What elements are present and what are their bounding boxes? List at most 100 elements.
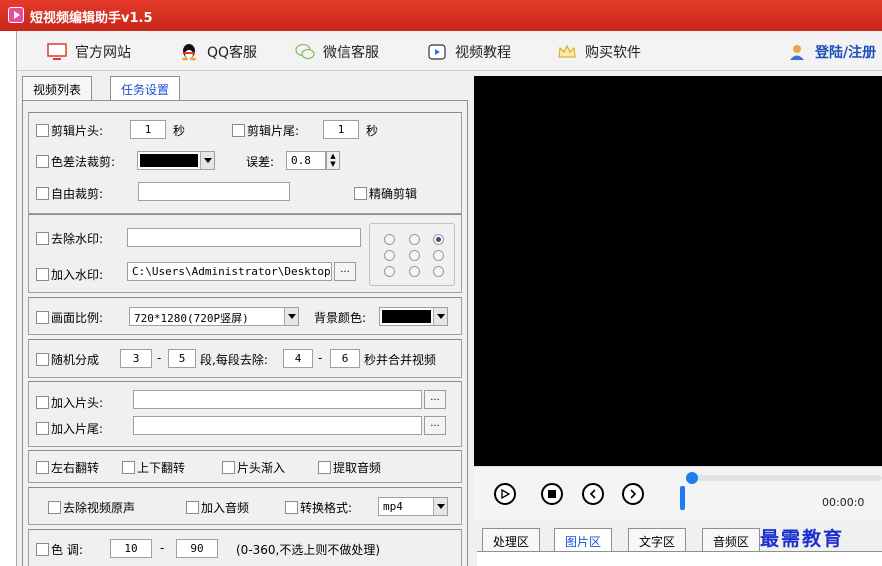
fade-in-label: 片头渐入: [237, 461, 286, 475]
stop-button[interactable]: [541, 483, 563, 505]
trim-head-input[interactable]: 1: [130, 120, 166, 139]
add-outro-label: 加入片尾:: [51, 422, 104, 436]
ratio-checkbox[interactable]: 画面比例:: [36, 309, 103, 326]
tab-text[interactable]: 文字区: [628, 528, 687, 552]
video-tutorial-label: 视频教程: [455, 45, 511, 61]
tab-task-settings[interactable]: 任务设置: [110, 76, 181, 101]
play-button[interactable]: [494, 483, 516, 505]
fade-in-checkbox[interactable]: 片头渐入: [222, 459, 285, 476]
add-intro-label: 加入片头:: [51, 396, 104, 410]
flip-horizontal-checkbox[interactable]: 左右翻转: [36, 459, 99, 476]
merge-label: 秒并合并视频: [364, 353, 437, 367]
position-radio-middle-right[interactable]: [433, 250, 444, 261]
wechat-icon: [295, 43, 315, 61]
seek-bar[interactable]: [686, 475, 882, 481]
tab-processing[interactable]: 处理区: [482, 528, 541, 552]
remove-max-input[interactable]: 6: [330, 349, 360, 368]
color-crop-checkbox[interactable]: 色差法裁剪:: [36, 153, 115, 170]
watermark-browse-button[interactable]: ...: [334, 262, 356, 281]
video-preview[interactable]: [474, 76, 882, 466]
app-icon: [8, 7, 24, 23]
trim-tail-label: 剪辑片尾:: [247, 124, 300, 138]
position-radio-top-center[interactable]: [409, 234, 420, 245]
add-watermark-checkbox[interactable]: 加入水印:: [36, 266, 103, 283]
extract-audio-checkbox[interactable]: 提取音频: [318, 459, 381, 476]
outro-path-input[interactable]: [133, 416, 422, 435]
extract-audio-label: 提取音频: [333, 461, 382, 475]
ratio-dropdown[interactable]: 720*1280(720P竖屏): [129, 307, 299, 326]
intro-browse-button[interactable]: ...: [424, 390, 446, 409]
user-icon: [787, 43, 807, 61]
tab-video-list[interactable]: 视频列表: [22, 76, 93, 100]
video-tutorial-button[interactable]: 视频教程: [427, 42, 511, 62]
login-label: 登陆/注册: [815, 45, 877, 61]
trim-head-checkbox[interactable]: 剪辑片头:: [36, 122, 103, 139]
remove-audio-checkbox[interactable]: 去除视频原声: [48, 499, 135, 516]
ratio-value: 720*1280(720P竖屏): [134, 312, 249, 325]
dash-label-3: -: [160, 541, 165, 555]
flip-vertical-label: 上下翻转: [137, 461, 186, 475]
bg-color-dropdown[interactable]: [379, 307, 448, 326]
remove-watermark-checkbox[interactable]: 去除水印:: [36, 230, 103, 247]
add-outro-checkbox[interactable]: 加入片尾:: [36, 420, 103, 437]
free-crop-checkbox[interactable]: 自由裁剪:: [36, 185, 103, 202]
flip-vertical-checkbox[interactable]: 上下翻转: [122, 459, 185, 476]
hue-max-input[interactable]: 90: [176, 539, 218, 558]
trim-tail-checkbox[interactable]: 剪辑片尾:: [232, 122, 299, 139]
split-min-input[interactable]: 3: [120, 349, 152, 368]
remove-watermark-input[interactable]: [127, 228, 361, 247]
trim-tail-input[interactable]: 1: [323, 120, 359, 139]
official-site-button[interactable]: 官方网站: [47, 42, 131, 62]
flip-horizontal-label: 左右翻转: [51, 461, 100, 475]
seek-thumb[interactable]: [686, 472, 698, 484]
hue-hint: (0-360,不选上则不做处理): [236, 543, 381, 557]
position-radio-bottom-right[interactable]: [433, 266, 444, 277]
split-max-input[interactable]: 5: [168, 349, 196, 368]
watermark-path-input[interactable]: C:\Users\Administrator\Desktop\: [127, 262, 332, 281]
hue-checkbox[interactable]: 色 调:: [36, 541, 83, 558]
chevron-down-icon: [284, 308, 298, 325]
position-radio-top-left[interactable]: [384, 234, 395, 245]
color-crop-label: 色差法裁剪:: [51, 155, 116, 169]
precise-edit-checkbox[interactable]: 精确剪辑: [354, 185, 417, 202]
outro-browse-button[interactable]: ...: [424, 416, 446, 435]
buy-software-label: 购买软件: [585, 45, 641, 61]
seek-start-marker[interactable]: [680, 486, 685, 510]
chevron-right-icon: [630, 489, 637, 499]
bg-color-label: 背景颜色:: [314, 311, 367, 325]
add-audio-checkbox[interactable]: 加入音频: [186, 499, 249, 516]
crop-color-dropdown[interactable]: [137, 151, 215, 170]
random-split-checkbox[interactable]: 随机分成: [36, 351, 99, 368]
format-dropdown[interactable]: mp4: [378, 497, 448, 516]
tolerance-input[interactable]: 0.8: [286, 151, 326, 170]
convert-format-checkbox[interactable]: 转换格式:: [285, 499, 352, 516]
qq-service-button[interactable]: QQ客服: [179, 42, 257, 62]
remove-min-input[interactable]: 4: [283, 349, 313, 368]
random-split-label: 随机分成: [51, 353, 100, 367]
prev-frame-button[interactable]: [582, 483, 604, 505]
position-radio-top-right[interactable]: [433, 234, 444, 245]
remove-audio-label: 去除视频原声: [63, 501, 136, 515]
tolerance-spinner[interactable]: ▲ ▼: [326, 151, 340, 170]
position-radio-middle-center[interactable]: [409, 250, 420, 261]
login-register-button[interactable]: 登陆/注册: [787, 42, 876, 62]
intro-path-input[interactable]: [133, 390, 422, 409]
hue-min-input[interactable]: 10: [110, 539, 152, 558]
buy-software-button[interactable]: 购买软件: [557, 42, 641, 62]
free-crop-input[interactable]: [138, 182, 290, 201]
position-radio-middle-left[interactable]: [384, 250, 395, 261]
position-radio-bottom-left[interactable]: [384, 266, 395, 277]
ratio-label: 画面比例:: [51, 311, 104, 325]
precise-edit-label: 精确剪辑: [369, 187, 418, 201]
tab-audio[interactable]: 音频区: [702, 528, 761, 552]
add-intro-checkbox[interactable]: 加入片头:: [36, 394, 103, 411]
next-frame-button[interactable]: [622, 483, 644, 505]
position-radio-bottom-center[interactable]: [409, 266, 420, 277]
toolbar: 官方网站 QQ客服 微信客服 视频教程 购买软件 登陆/注册: [17, 33, 882, 71]
play-icon: [501, 489, 510, 499]
wechat-service-button[interactable]: 微信客服: [295, 42, 379, 62]
tolerance-label: 误差:: [246, 155, 275, 169]
stop-icon: [548, 490, 556, 498]
tab-images[interactable]: 图片区: [554, 528, 613, 553]
convert-format-label: 转换格式:: [300, 501, 353, 515]
